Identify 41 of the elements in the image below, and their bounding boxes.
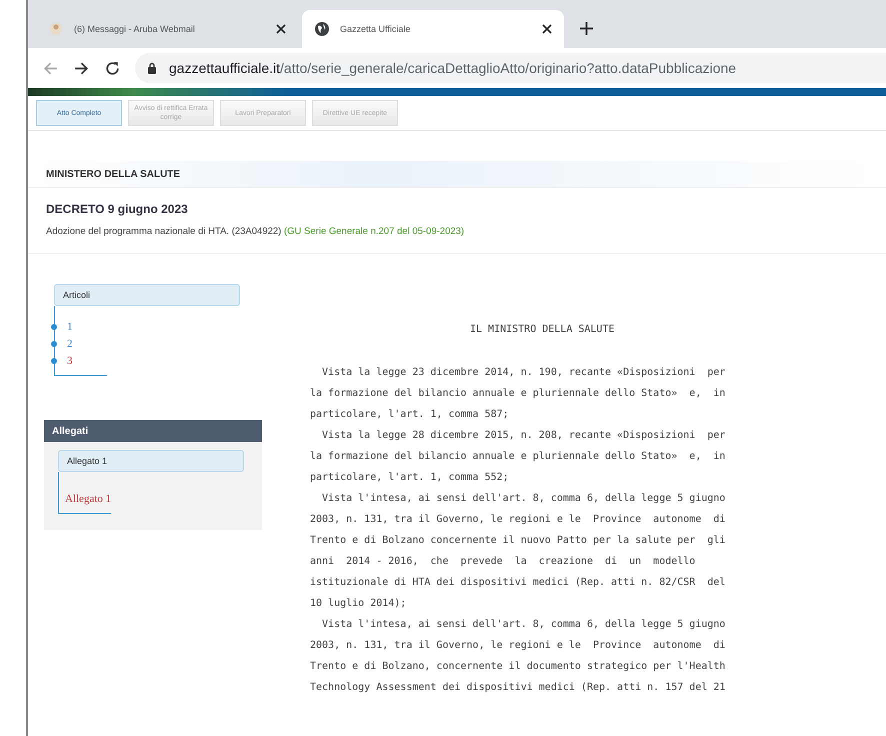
text-line: Trento e di Bolzano, concernente il documento strategico per l'Health (310, 660, 726, 674)
address-bar[interactable]: gazzettaufficiale.it/atto/serie_generale/caricaDettaglioAtto/originario?atto.dataPubblicazione (135, 53, 886, 83)
decree-title: DECRETO 9 giugno 2023 (46, 202, 189, 216)
article-link[interactable]: 3 (67, 354, 72, 366)
globe-icon (314, 21, 330, 37)
tree-header: Articoli (54, 284, 240, 306)
ministry-heading: MINISTERO DELLA SALUTE (46, 168, 180, 180)
text-line: particolare, l'art. 1, comma 552; (310, 471, 510, 485)
attachment-link[interactable]: Allegato 1 (65, 492, 112, 504)
text-line: 2003, n. 131, tra il Governo, le regioni e le Province autonome di (310, 639, 726, 653)
tab-title: Gazzetta Ufficiale (340, 24, 412, 34)
reload-icon[interactable] (104, 60, 121, 76)
mail-icon (48, 21, 64, 37)
gazette-link[interactable]: (GU Serie Generale n.207 del 05-09-2023) (284, 226, 464, 237)
article-link[interactable]: 1 (67, 320, 72, 332)
text-line: particolare, l'art. 1, comma 587; (310, 408, 510, 422)
article-link[interactable]: 2 (67, 338, 72, 350)
tab-title: (6) Messaggi - Aruba Webmail (74, 24, 196, 34)
new-tab-icon[interactable] (580, 22, 593, 35)
forward-icon[interactable] (73, 60, 90, 76)
text-line: la formazione del bilancio annuale e pluriennale dello Stato» e, in (310, 387, 726, 401)
close-icon[interactable] (276, 24, 286, 34)
body-heading: IL MINISTRO DELLA SALUTE (469, 324, 616, 337)
text-line: 10 luglio 2014); (310, 597, 408, 611)
lock-icon (147, 62, 157, 74)
text-line: Trento e di Bolzano concernente il nuovo Patto per la salute per gli (310, 534, 726, 548)
tree-header: Allegato 1 (58, 450, 244, 472)
text-line: 2003, n. 131, tra il Governo, le regioni e le Province autonome di (310, 513, 726, 527)
text-line: Vista la legge 28 dicembre 2015, n. 208, recante «Disposizioni per (321, 429, 726, 443)
panel-header: Allegati (44, 420, 262, 442)
text-line: anni 2014 - 2016, che prevede la creazione di un modello (310, 555, 696, 569)
browser-tab[interactable]: (6) Messaggi - Aruba Webmail (36, 10, 298, 48)
text-line: Vista l'intesa, ai sensi dell'art. 8, comma 6, della legge 5 giugno (321, 618, 726, 632)
text-line: Technology Assessment dei dispositivi medici (Rep. atti n. 157 del 21 (310, 681, 726, 695)
text-line: Vista l'intesa, ai sensi dell'art. 8, comma 6, della legge 5 giugno (321, 492, 726, 506)
text-line: la formazione del bilancio annuale e pluriennale dello Stato» e, in (310, 450, 726, 464)
close-icon[interactable] (542, 24, 552, 34)
decree-description: Adozione del programma nazionale di HTA. (23A04922) (46, 226, 282, 237)
text-line: istituzionale di HTA dei dispositivi medici (Rep. atti n. 82/CSR del (310, 576, 726, 590)
text-line: Vista la legge 23 dicembre 2014, n. 190, recante «Disposizioni per (321, 366, 726, 380)
browser-tab[interactable]: Gazzetta Ufficiale (302, 10, 564, 48)
